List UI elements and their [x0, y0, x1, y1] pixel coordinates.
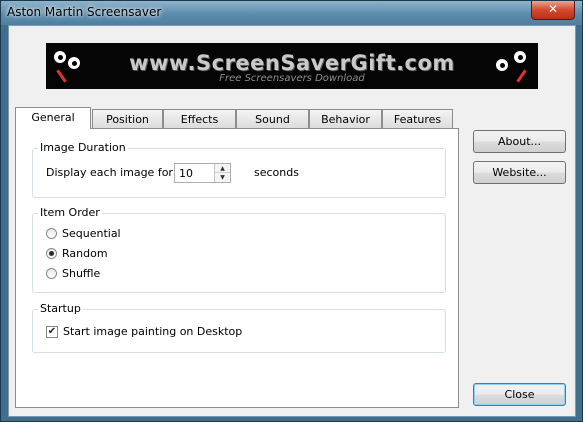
image-duration-group: Image Duration Display each image for 10… — [32, 141, 446, 198]
radio-sequential[interactable]: Sequential — [46, 227, 121, 240]
spin-down-arrow-icon[interactable]: ▼ — [215, 173, 230, 182]
close-button[interactable]: Close — [473, 383, 566, 406]
tab-effects[interactable]: Effects — [163, 109, 236, 128]
title-bar[interactable]: Aston Martin Screensaver ✕ — [1, 1, 582, 25]
item-order-group: Item Order Sequential Random Shuffle — [32, 206, 446, 293]
radio-random[interactable]: Random — [46, 247, 108, 260]
tab-position[interactable]: Position — [92, 109, 163, 128]
tab-features[interactable]: Features — [382, 109, 453, 128]
checkmark-icon[interactable]: ✔ — [46, 325, 58, 338]
website-button[interactable]: Website... — [473, 161, 566, 184]
dialog-client-area: www.ScreenSaverGift.com Free Screensaver… — [8, 25, 576, 417]
radio-shuffle[interactable]: Shuffle — [46, 267, 100, 280]
radio-random-label: Random — [62, 247, 108, 260]
start-desktop-label: Start image painting on Desktop — [63, 325, 243, 338]
tab-general[interactable]: General — [15, 107, 91, 129]
duration-spinbox[interactable]: 10 ▲ ▼ — [174, 163, 231, 183]
image-duration-title: Image Duration — [38, 141, 128, 154]
duration-value[interactable]: 10 — [179, 167, 193, 180]
settings-tab-strip: General Position Effects Sound Behavior … — [15, 107, 465, 129]
spin-up-arrow-icon[interactable]: ▲ — [215, 164, 230, 173]
radio-selected-icon[interactable] — [46, 248, 57, 259]
window-title: Aston Martin Screensaver — [7, 5, 162, 19]
banner-image[interactable]: www.ScreenSaverGift.com Free Screensaver… — [46, 43, 538, 89]
close-icon: ✕ — [547, 2, 559, 16]
duration-label: Display each image for — [46, 166, 173, 179]
about-button[interactable]: About... — [473, 130, 566, 153]
duration-unit-label: seconds — [254, 166, 299, 179]
radio-circle-icon[interactable] — [46, 228, 57, 239]
startup-group: Startup ✔ Start image painting on Deskto… — [32, 302, 446, 353]
radio-circle-icon[interactable] — [46, 268, 57, 279]
duration-spin-buttons: ▲ ▼ — [214, 164, 230, 182]
item-order-title: Item Order — [38, 206, 102, 219]
banner-subtext: Free Screensavers Download — [219, 73, 365, 84]
startup-title: Startup — [38, 302, 83, 315]
tab-sound[interactable]: Sound — [236, 109, 309, 128]
tab-behavior[interactable]: Behavior — [309, 109, 382, 128]
radio-sequential-label: Sequential — [62, 227, 121, 240]
general-tab-panel: Image Duration Display each image for 10… — [15, 128, 459, 408]
banner-url-text: www.ScreenSaverGift.com — [129, 51, 455, 75]
radio-shuffle-label: Shuffle — [62, 267, 101, 280]
start-desktop-checkbox[interactable]: ✔ Start image painting on Desktop — [46, 325, 242, 338]
window-close-button[interactable]: ✕ — [531, 1, 575, 20]
screensaver-settings-window: Aston Martin Screensaver ✕ www.ScreenSav… — [0, 0, 583, 422]
